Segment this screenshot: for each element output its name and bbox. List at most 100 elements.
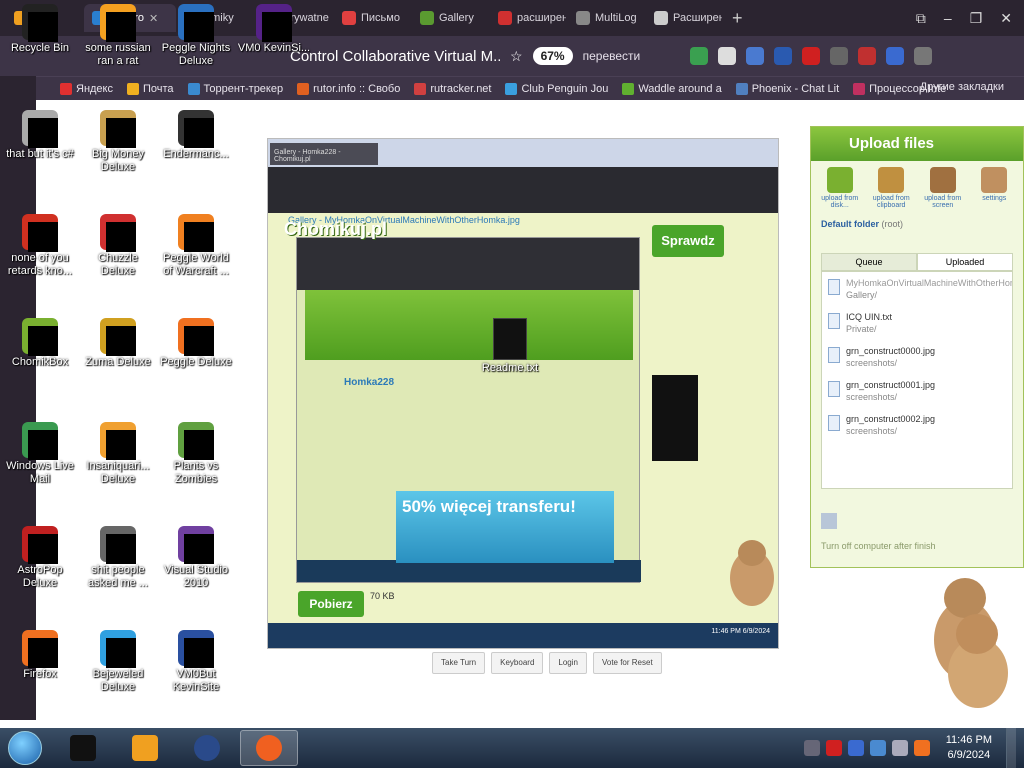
extension-icon[interactable] bbox=[774, 47, 793, 65]
new-tab-button[interactable]: + bbox=[732, 8, 743, 29]
desktop-icon-label: Windows Live Mail bbox=[6, 460, 74, 485]
clock[interactable]: 11:46 PM 6/9/2024 bbox=[946, 733, 992, 763]
uploaded-file-row[interactable]: ICQ UIN.txt Private/ bbox=[822, 306, 1012, 340]
desktop-icon-label: ChomikBox bbox=[11, 356, 69, 368]
show-desktop-button[interactable] bbox=[1006, 728, 1016, 768]
bookmark-item[interactable]: Club Penguin Jou bbox=[505, 82, 608, 95]
file-icon bbox=[828, 381, 840, 397]
bookmark-item[interactable]: Waddle around a bbox=[622, 82, 722, 95]
tab-uploaded[interactable]: Uploaded bbox=[917, 253, 1013, 271]
uploaded-file-row[interactable]: grn_construct0002.jpg screenshots/ bbox=[822, 408, 1012, 442]
uploaded-file-row[interactable]: grn_construct0000.jpg screenshots/ bbox=[822, 340, 1012, 374]
desktop-icon[interactable]: AstroPop Deluxe bbox=[2, 526, 78, 590]
taskbar-app-firefox[interactable] bbox=[240, 730, 298, 766]
pause-button[interactable] bbox=[821, 513, 837, 529]
vote-reset-button[interactable]: Vote for Reset bbox=[592, 652, 662, 674]
extension-icon[interactable] bbox=[858, 47, 877, 65]
network-icon[interactable] bbox=[847, 740, 864, 756]
bookmark-item[interactable]: Яндекс bbox=[60, 82, 113, 95]
translate-button[interactable]: перевести bbox=[583, 49, 641, 63]
upload-tool-button[interactable]: upload from clipboard bbox=[871, 167, 913, 209]
desktop-icon[interactable]: some russian ran a rat bbox=[80, 4, 156, 68]
desktop-icon[interactable]: Windows Live Mail bbox=[2, 422, 78, 486]
bookmark-item[interactable]: rutracker.net bbox=[414, 82, 491, 95]
firefox-tray-icon[interactable] bbox=[913, 740, 930, 756]
desktop-icon[interactable]: Endermanc... bbox=[158, 110, 234, 161]
taskbar-app-media-player[interactable] bbox=[116, 730, 174, 766]
download-icon[interactable] bbox=[914, 47, 933, 65]
youtube-extension-icon[interactable] bbox=[802, 47, 821, 65]
font-extension-icon[interactable] bbox=[830, 47, 849, 65]
start-button[interactable] bbox=[0, 728, 50, 768]
take-turn-button[interactable]: Take Turn bbox=[432, 652, 486, 674]
desktop-icon[interactable]: shit people asked me ... bbox=[80, 526, 156, 590]
close-window-button[interactable]: ✕ bbox=[1000, 10, 1012, 27]
extension-icon[interactable] bbox=[886, 47, 905, 65]
browser-tab[interactable]: Gallery bbox=[412, 4, 488, 32]
desktop-icon[interactable]: that but it's c# bbox=[2, 110, 78, 161]
volume-icon[interactable] bbox=[891, 740, 908, 756]
redaction-box bbox=[106, 326, 136, 356]
zoom-indicator[interactable]: 67% bbox=[532, 47, 573, 65]
maximize-button[interactable]: ❐ bbox=[970, 10, 983, 27]
desktop-icon[interactable]: Big Money Deluxe bbox=[80, 110, 156, 174]
desktop-icon[interactable]: Zuma Deluxe bbox=[80, 318, 156, 369]
vm-tab[interactable]: Gallery - Homka228 - Chomikuj.pl bbox=[270, 143, 378, 165]
desktop-icon[interactable]: Peggle Nights Deluxe bbox=[158, 4, 234, 68]
taskbar-app-globe-app[interactable] bbox=[178, 730, 236, 766]
desktop-icon[interactable]: Insaniquari... Deluxe bbox=[80, 422, 156, 486]
redaction-box bbox=[184, 222, 214, 252]
monitor-icon[interactable] bbox=[869, 740, 886, 756]
desktop-icon[interactable]: Visual Studio 2010 bbox=[158, 526, 234, 590]
error-icon[interactable] bbox=[825, 740, 842, 756]
uploaded-file-row[interactable]: grn_construct0001.jpg screenshots/ bbox=[822, 374, 1012, 408]
shield-extension-icon[interactable] bbox=[690, 47, 709, 65]
desktop-icon[interactable]: Firefox bbox=[2, 630, 78, 681]
file-folder: Private/ bbox=[846, 324, 877, 334]
keyboard-button[interactable]: Keyboard bbox=[491, 652, 544, 674]
check-button[interactable]: Sprawdz bbox=[652, 225, 724, 257]
default-folder[interactable]: Default folder (root) bbox=[811, 215, 1023, 233]
desktop-icon[interactable]: Bejeweled Deluxe bbox=[80, 630, 156, 694]
desktop-icon[interactable]: Plants vs Zombies bbox=[158, 422, 234, 486]
desktop-icon[interactable]: Peggle World of Warcraft ... bbox=[158, 214, 234, 278]
upload-tool-button[interactable]: settings bbox=[974, 167, 1016, 209]
extension-icon[interactable] bbox=[718, 47, 737, 65]
desktop-icon[interactable]: Peggle Deluxe bbox=[158, 318, 234, 369]
chevron-up-icon[interactable] bbox=[803, 740, 820, 756]
upload-tool-button[interactable]: upload from disk... bbox=[819, 167, 861, 209]
browser-tab[interactable]: Расширен bbox=[646, 4, 722, 32]
desktop-icon[interactable]: Chuzzle Deluxe bbox=[80, 214, 156, 278]
browser-tab[interactable]: MultiLog bbox=[568, 4, 644, 32]
hamster-mascot bbox=[730, 540, 774, 606]
download-button[interactable]: Pobierz bbox=[298, 591, 364, 617]
desktop-icon[interactable]: VM0But KevinSite bbox=[158, 630, 234, 694]
desktop-icon[interactable]: Recycle Bin bbox=[2, 4, 78, 55]
desktop-icon-label: Insaniquari... Deluxe bbox=[86, 460, 150, 485]
other-bookmarks[interactable]: Другие закладки bbox=[920, 81, 1004, 93]
upload-tool-button[interactable]: upload from screen bbox=[922, 167, 964, 209]
minimize-button[interactable]: – bbox=[944, 10, 952, 26]
bookmark-item[interactable]: Почта bbox=[127, 82, 174, 95]
desktop-icon[interactable]: ChomikBox bbox=[2, 318, 78, 369]
extensions-icon[interactable]: ⧉ bbox=[916, 10, 926, 27]
turn-off-checkbox[interactable]: Turn off computer after finish bbox=[821, 541, 936, 551]
page-title[interactable]: Control Collaborative Virtual M... bbox=[290, 48, 500, 65]
readme-desktop-icon[interactable]: Readme.txt bbox=[478, 318, 542, 374]
browser-tab[interactable]: расширен bbox=[490, 4, 566, 32]
taskbar-app-vm-app[interactable] bbox=[54, 730, 112, 766]
redaction-box bbox=[106, 118, 136, 148]
tab-queue[interactable]: Queue bbox=[821, 253, 917, 271]
bookmark-item[interactable]: Phoenix - Chat Lit bbox=[735, 82, 839, 95]
bookmark-star-icon[interactable]: ☆ bbox=[510, 48, 523, 65]
desktop-icon-label: that but it's c# bbox=[6, 148, 74, 160]
translate-extension-icon[interactable] bbox=[746, 47, 765, 65]
desktop-icon[interactable]: none of you retards kno... bbox=[2, 214, 78, 278]
uploaded-file-row[interactable]: MyHomkaOnVirtualMachineWithOtherHomka Gal… bbox=[822, 272, 1012, 306]
bookmark-item[interactable]: rutor.info :: Свобо bbox=[297, 82, 400, 95]
login-button[interactable]: Login bbox=[549, 652, 587, 674]
bookmark-item[interactable]: Торрент-трекер bbox=[187, 82, 283, 95]
shared-vm-screen[interactable]: Gallery - Homka228 - Chomikuj.pl Gallery… bbox=[267, 138, 779, 649]
browser-tab[interactable]: Письмо bbox=[334, 4, 410, 32]
desktop-icon[interactable]: VM0 KevinSi... bbox=[236, 4, 312, 55]
